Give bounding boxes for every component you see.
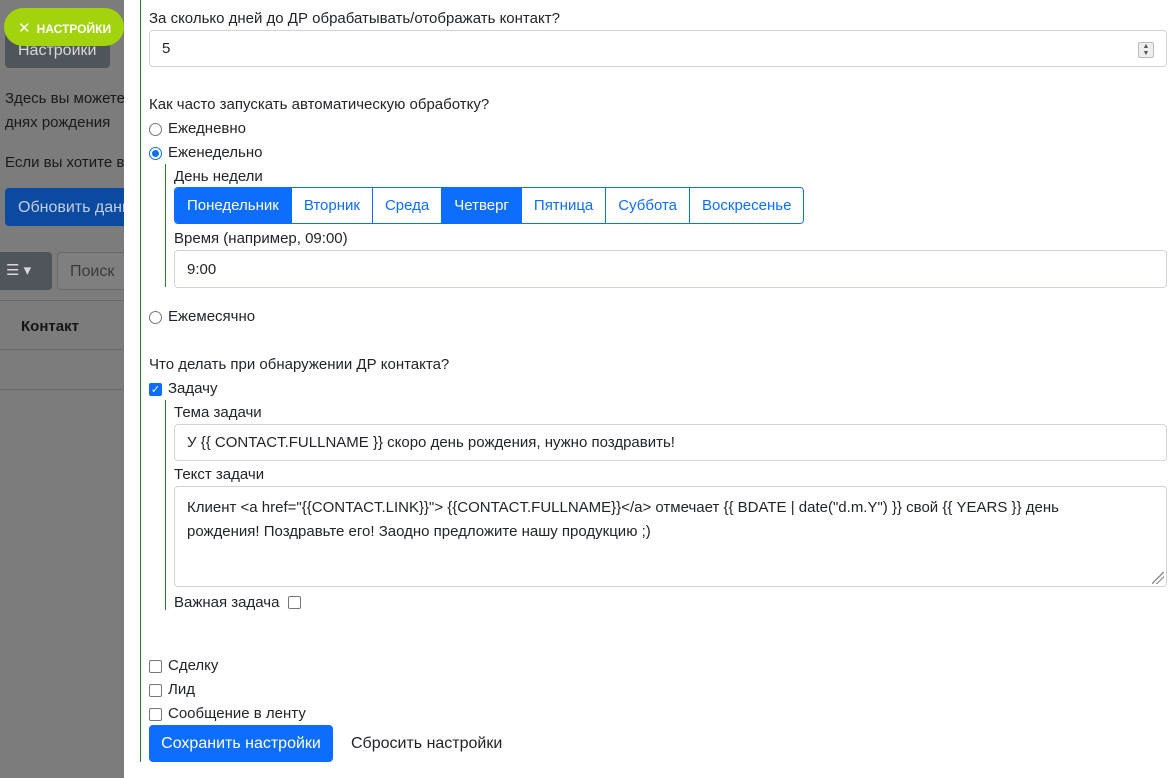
reset-settings-button[interactable]: Сбросить настройки bbox=[351, 735, 502, 753]
weekday-label: День недели bbox=[174, 168, 263, 185]
time-value: 9:00 bbox=[187, 260, 217, 278]
time-label: Время (например, 09:00) bbox=[174, 230, 348, 247]
bg-divider bbox=[0, 300, 124, 301]
list-icon: ☰ bbox=[6, 262, 20, 279]
freq-daily-radio[interactable] bbox=[149, 123, 162, 136]
deal-label[interactable]: Сделку bbox=[168, 657, 218, 674]
important-task-checkbox[interactable] bbox=[288, 596, 301, 609]
bg-divider bbox=[0, 349, 124, 350]
settings-close-badge[interactable]: ✕ НАСТРОЙКИ bbox=[4, 8, 124, 46]
close-icon: ✕ bbox=[18, 20, 31, 37]
feed-checkbox[interactable] bbox=[149, 708, 162, 721]
task-text-line: Клиент <a href="{{CONTACT.LINK}}"> {{CON… bbox=[187, 499, 1059, 516]
time-input[interactable]: 9:00 bbox=[174, 250, 1167, 288]
freq-weekly-radio[interactable] bbox=[149, 147, 162, 160]
bg-text-line: днях рождения bbox=[5, 114, 111, 131]
task-label[interactable]: Задачу bbox=[168, 380, 217, 397]
frequency-label: Как часто запускать автоматическую обраб… bbox=[149, 96, 490, 113]
task-subject-input[interactable]: У {{ CONTACT.FULLNAME }} скоро день рожд… bbox=[174, 424, 1167, 461]
checkmark-icon: ✓ bbox=[150, 384, 161, 396]
bg-text-line: Здесь вы можете bbox=[5, 90, 124, 107]
days-label: За сколько дней до ДР обрабатывать/отобр… bbox=[149, 10, 560, 27]
days-input[interactable]: 5 ▲ ▼ bbox=[149, 30, 1167, 67]
weekday-button-group: Понедельник Вторник Среда Четверг Пятниц… bbox=[174, 187, 805, 224]
task-subject-label: Тема задачи bbox=[174, 404, 262, 421]
weekday-friday[interactable]: Пятница bbox=[520, 188, 606, 223]
task-group-border bbox=[165, 400, 166, 610]
deal-checkbox[interactable] bbox=[149, 660, 162, 673]
resize-grip-icon[interactable] bbox=[1152, 572, 1164, 584]
freq-monthly-label[interactable]: Ежемесячно bbox=[168, 308, 255, 325]
task-text-textarea[interactable]: Клиент <a href="{{CONTACT.LINK}}"> {{CON… bbox=[174, 486, 1167, 587]
freq-monthly-radio[interactable] bbox=[149, 311, 162, 324]
bg-text-line: Если вы хотите в bbox=[5, 154, 124, 171]
freq-daily-label[interactable]: Ежедневно bbox=[168, 120, 246, 137]
bg-table-header-contact: Контакт bbox=[21, 318, 79, 335]
action-label: Что делать при обнаружении ДР контакта? bbox=[149, 356, 450, 373]
bg-update-button: Обновить данн bbox=[5, 188, 124, 226]
bg-search-input: Поиск bbox=[57, 252, 124, 290]
lead-label[interactable]: Лид bbox=[168, 681, 195, 698]
weekday-thursday[interactable]: Четверг bbox=[441, 188, 521, 223]
weekday-monday[interactable]: Понедельник bbox=[175, 188, 291, 223]
task-text-line: рождения! Поздравьте его! Заодно предлож… bbox=[187, 523, 651, 540]
caret-down-icon: ▾ bbox=[23, 262, 32, 279]
weekly-group-border bbox=[165, 164, 166, 287]
weekday-wednesday[interactable]: Среда bbox=[371, 188, 442, 223]
lead-checkbox[interactable] bbox=[149, 684, 162, 697]
settings-panel: За сколько дней до ДР обрабатывать/отобр… bbox=[124, 0, 1168, 778]
save-settings-button[interactable]: Сохранить настройки bbox=[149, 725, 333, 762]
feed-label[interactable]: Сообщение в ленту bbox=[168, 705, 306, 722]
bg-divider bbox=[0, 389, 124, 390]
background-page: Настройки Здесь вы можете днях рождения … bbox=[0, 0, 124, 778]
freq-weekly-label[interactable]: Еженедельно bbox=[168, 144, 262, 161]
panel-left-border bbox=[140, 0, 141, 762]
task-text-label: Текст задачи bbox=[174, 466, 265, 483]
bg-view-toggle: ☰ ▾ bbox=[0, 252, 52, 290]
task-checkbox[interactable]: ✓ bbox=[149, 383, 162, 396]
days-value: 5 bbox=[162, 40, 171, 57]
badge-label: НАСТРОЙКИ bbox=[36, 22, 112, 36]
important-task-label[interactable]: Важная задача bbox=[174, 594, 279, 611]
weekday-saturday[interactable]: Суббота bbox=[605, 188, 690, 223]
weekday-tuesday[interactable]: Вторник bbox=[290, 188, 372, 223]
task-subject-value: У {{ CONTACT.FULLNAME }} скоро день рожд… bbox=[187, 434, 675, 451]
spinner-arrows-icon[interactable]: ▲ ▼ bbox=[1138, 42, 1154, 58]
weekday-sunday[interactable]: Воскресенье bbox=[689, 188, 804, 223]
